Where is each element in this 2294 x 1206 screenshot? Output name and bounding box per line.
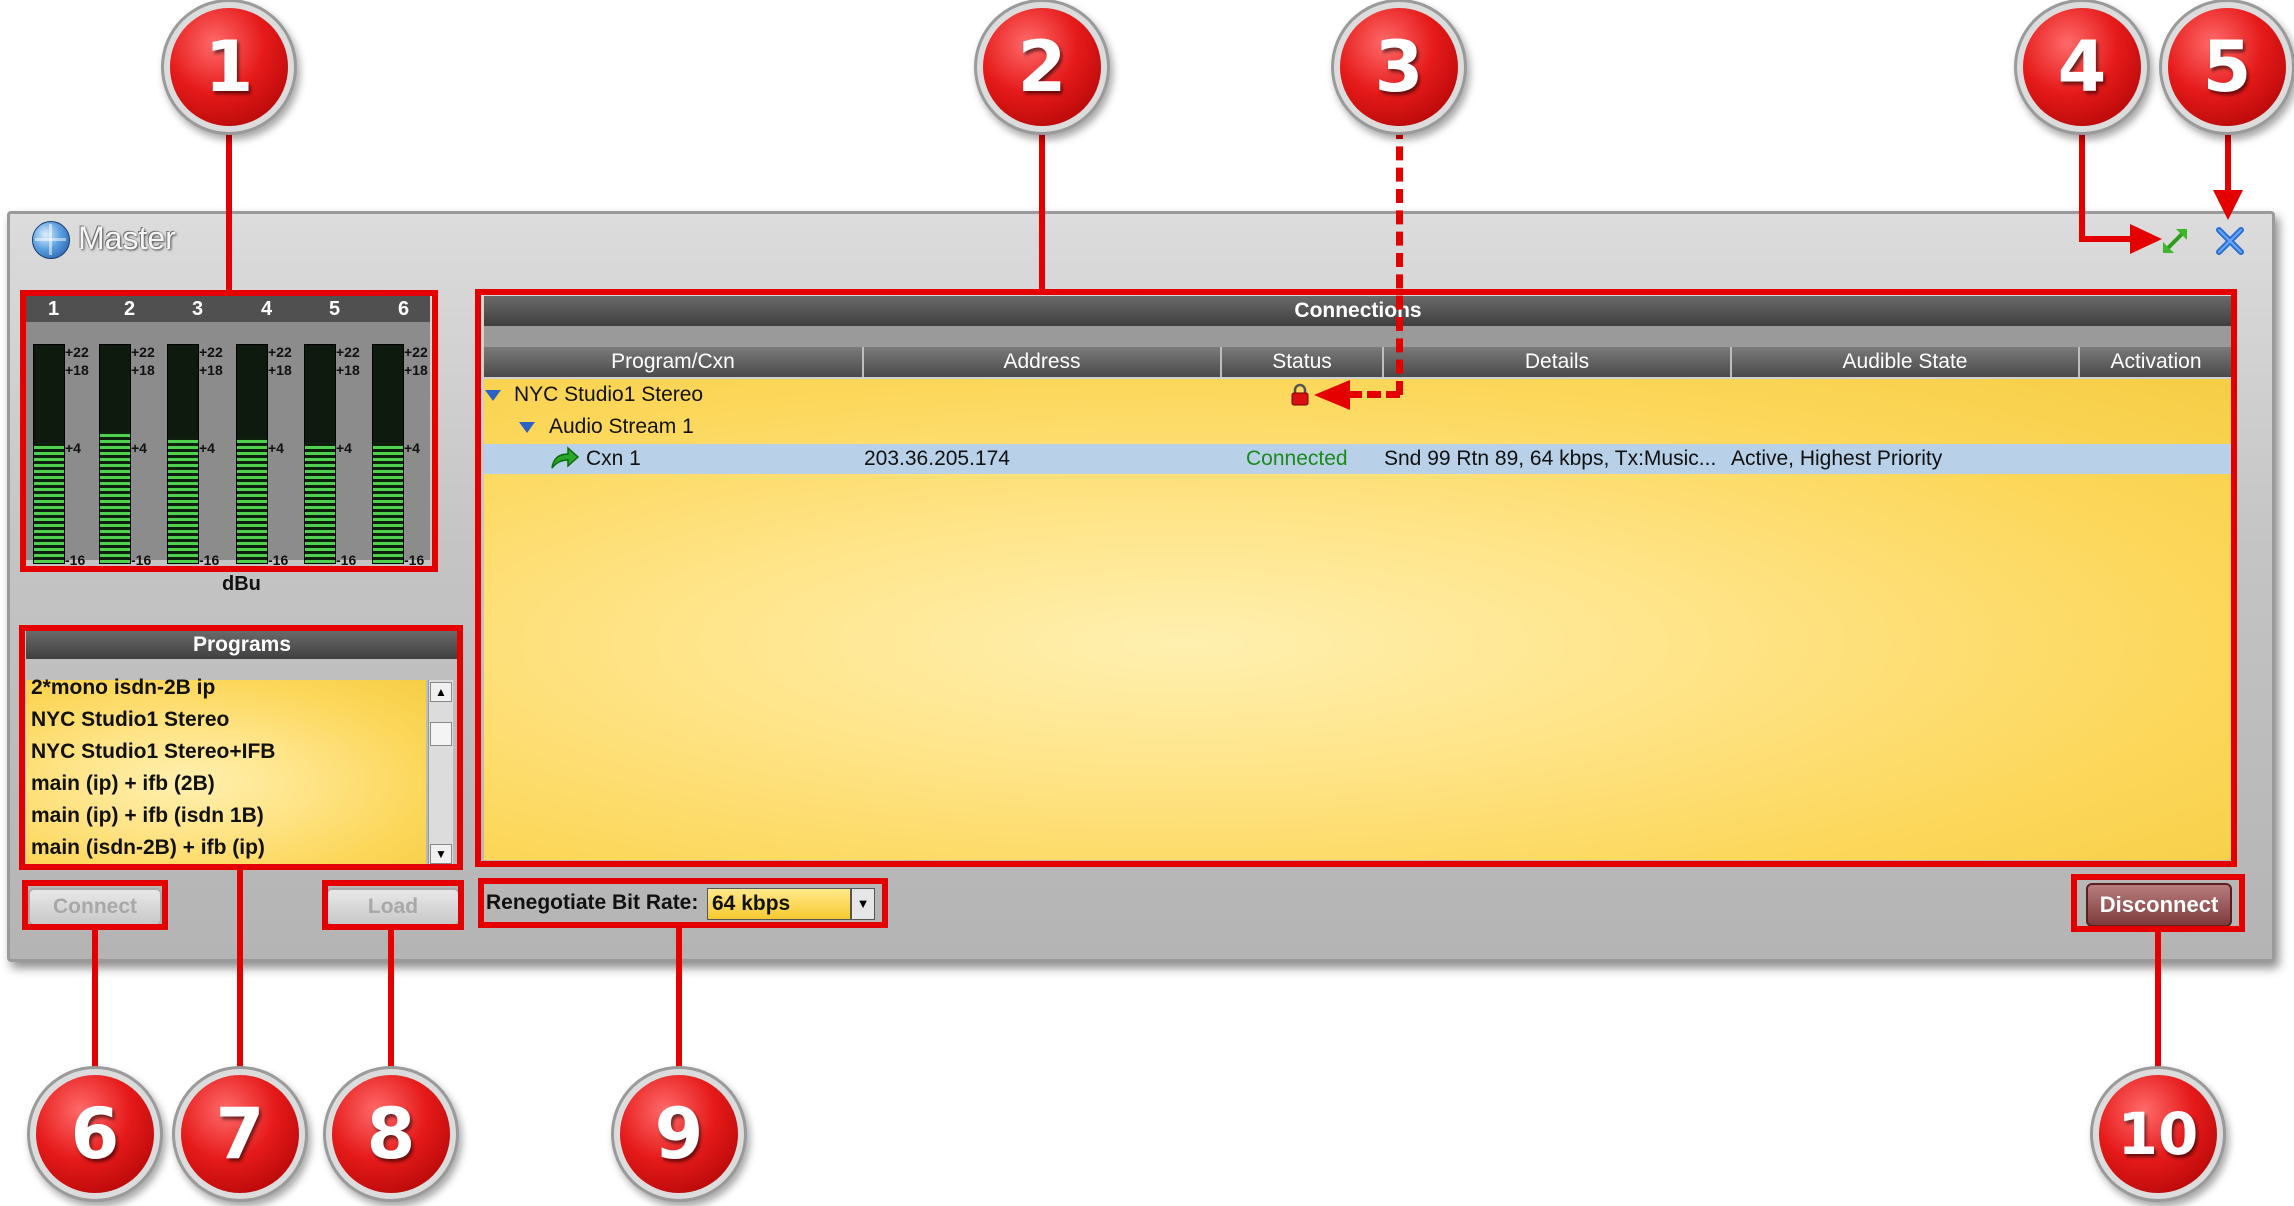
callout-3: 3 xyxy=(1340,8,1458,126)
connector-line-4 xyxy=(2079,125,2085,242)
connector-line-6 xyxy=(92,927,98,1070)
annotation-frame-connect xyxy=(22,880,168,930)
annotation-frame-meters xyxy=(20,290,438,572)
globe-icon xyxy=(32,221,70,259)
callout-1: 1 xyxy=(170,8,288,126)
connector-line-7 xyxy=(237,867,243,1070)
annotation-frame-programs xyxy=(19,625,463,870)
meter-unit: dBu xyxy=(222,573,261,595)
arrowhead-4 xyxy=(2130,224,2162,254)
connector-line-5 xyxy=(2225,125,2231,195)
connector-line-9 xyxy=(676,925,682,1070)
maximize-icon[interactable] xyxy=(2160,226,2190,256)
callout-10: 10 xyxy=(2099,1075,2217,1193)
annotation-frame-bitrate xyxy=(478,878,888,928)
connector-line-2 xyxy=(1039,125,1045,291)
connector-line-3 xyxy=(1396,125,1403,395)
connector-line-3-horizontal xyxy=(1348,391,1400,398)
connector-line-10 xyxy=(2155,929,2161,1069)
callout-4: 4 xyxy=(2023,8,2141,126)
annotation-frame-disconnect xyxy=(2071,874,2245,932)
callout-9: 9 xyxy=(620,1075,738,1193)
connector-line-8 xyxy=(388,927,394,1070)
annotation-frame-connections xyxy=(475,289,2237,867)
callout-7: 7 xyxy=(181,1075,299,1193)
annotation-frame-load xyxy=(322,880,464,930)
arrowhead-3 xyxy=(1314,380,1350,410)
connector-line-1 xyxy=(226,125,232,293)
callout-2: 2 xyxy=(983,8,1101,126)
arrowhead-5 xyxy=(2213,190,2243,220)
window-title: Master xyxy=(78,220,176,256)
callout-6: 6 xyxy=(36,1075,154,1193)
close-icon[interactable] xyxy=(2214,226,2246,256)
callout-5: 5 xyxy=(2168,8,2286,126)
callout-8: 8 xyxy=(332,1075,450,1193)
